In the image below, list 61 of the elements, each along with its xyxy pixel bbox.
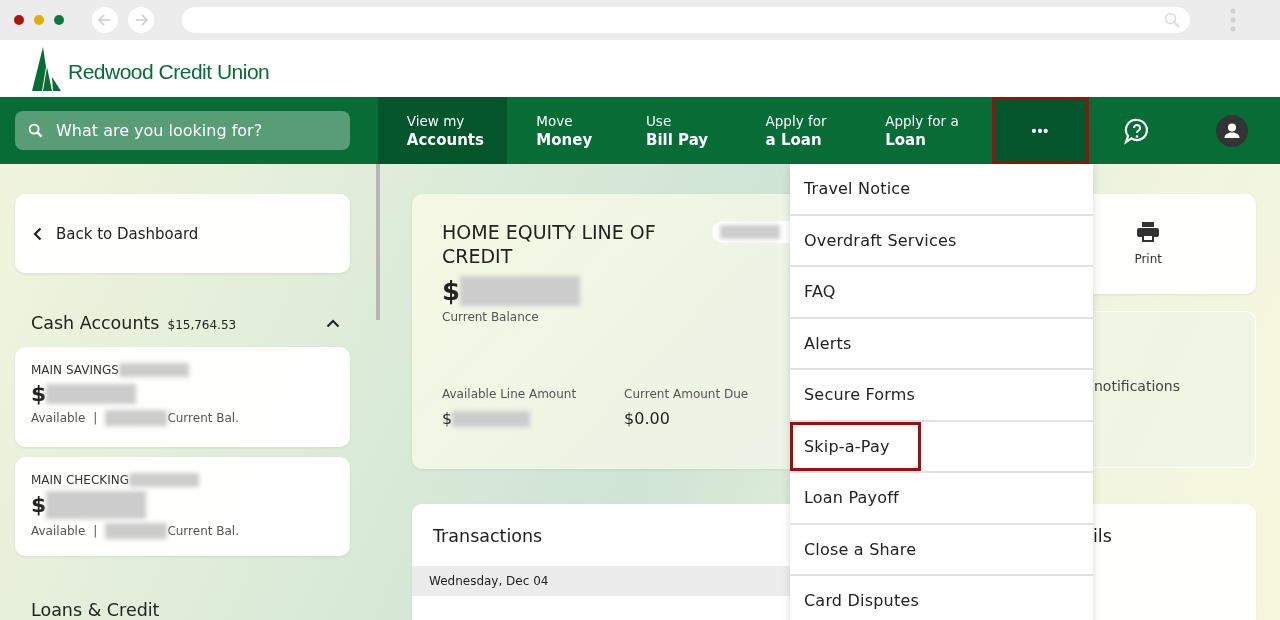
chevron-up-icon[interactable] bbox=[326, 318, 340, 328]
available-label: Available bbox=[31, 523, 86, 538]
close-dot-icon[interactable] bbox=[14, 15, 24, 25]
profile-avatar-icon[interactable] bbox=[1216, 114, 1249, 147]
currency-sign: $ bbox=[442, 276, 461, 306]
nav-tab[interactable]: View my Accounts bbox=[377, 97, 508, 164]
nav-tab[interactable]: Move Money bbox=[507, 97, 617, 164]
balance-label: Current Balance bbox=[442, 310, 539, 324]
print-button[interactable]: Print bbox=[1128, 194, 1168, 294]
chevron-left-icon bbox=[33, 226, 42, 241]
printer-icon bbox=[1137, 222, 1160, 242]
address-bar[interactable] bbox=[182, 7, 1190, 33]
maximize-dot-icon[interactable] bbox=[54, 15, 64, 25]
nav-tab[interactable]: Use Bill Pay bbox=[617, 97, 737, 164]
currency-sign: $ bbox=[31, 381, 47, 407]
help-chat-icon[interactable] bbox=[1122, 116, 1151, 145]
menu-item[interactable]: Overdraft Services bbox=[790, 215, 1093, 267]
stat-label: Available Line Amount bbox=[442, 387, 577, 401]
card-title: Transactions bbox=[433, 526, 543, 546]
redacted-value bbox=[105, 410, 168, 427]
current-balance-label: Current Bal. bbox=[167, 411, 239, 426]
scrollbar-thumb[interactable] bbox=[376, 164, 380, 320]
account-card[interactable]: MAIN CHECKING $ Available | Current Bal. bbox=[15, 456, 350, 556]
menu-item[interactable]: Close a Share bbox=[790, 524, 1093, 576]
section-title: Cash Accounts bbox=[31, 313, 160, 334]
available-label: Available bbox=[31, 411, 86, 426]
search-icon bbox=[1164, 12, 1180, 28]
account-name: MAIN SAVINGS bbox=[31, 363, 119, 378]
redacted-value bbox=[128, 472, 199, 487]
section-title: Loans & Credit bbox=[31, 600, 161, 620]
current-balance-label: Current Bal. bbox=[167, 523, 239, 538]
menu-item[interactable]: Secure Forms bbox=[790, 370, 1093, 422]
stat-value: $0.00 bbox=[624, 409, 671, 428]
section-total: $15,764.53 bbox=[167, 318, 238, 333]
menu-item[interactable]: Alerts bbox=[790, 318, 1093, 370]
nav-tab[interactable]: Apply for a Loan bbox=[736, 97, 857, 164]
account-name: MAIN CHECKING bbox=[31, 472, 129, 487]
menu-item[interactable]: Skip-a-Pay bbox=[790, 421, 1093, 473]
brand-name: Redwood Credit Union bbox=[68, 59, 270, 84]
redacted-value bbox=[105, 522, 168, 539]
menu-item[interactable]: Travel Notice bbox=[790, 164, 1093, 216]
card-title: ils bbox=[1093, 526, 1112, 546]
search-icon bbox=[28, 123, 43, 138]
tree-logo-icon bbox=[32, 46, 62, 91]
account-title: HOME EQUITY LINE OF CREDIT bbox=[442, 220, 657, 268]
separator: | bbox=[93, 411, 98, 426]
menu-item[interactable]: Loan Payoff bbox=[790, 473, 1093, 525]
minimize-dot-icon[interactable] bbox=[34, 15, 44, 25]
kebab-menu-icon[interactable] bbox=[1230, 8, 1236, 32]
more-button[interactable]: ••• bbox=[991, 97, 1090, 164]
separator: | bbox=[93, 523, 98, 538]
currency-sign: $ bbox=[31, 492, 47, 518]
currency-sign: $ bbox=[442, 409, 453, 428]
redacted-value bbox=[720, 225, 780, 239]
back-to-dashboard-link[interactable]: Back to Dashboard bbox=[15, 194, 350, 274]
stat-label: Current Amount Due bbox=[624, 387, 749, 401]
menu-item[interactable]: FAQ bbox=[790, 267, 1093, 319]
nav-tab[interactable]: Apply for a Loan bbox=[856, 97, 992, 164]
notifications-text: notifications bbox=[1094, 378, 1181, 394]
account-card[interactable]: MAIN SAVINGS $ Available | Current Bal. bbox=[15, 347, 350, 447]
redacted-value bbox=[118, 363, 189, 378]
